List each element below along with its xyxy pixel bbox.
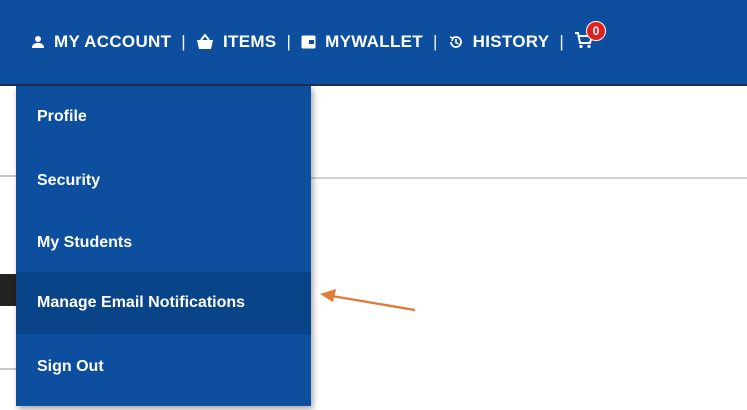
- cart-button[interactable]: 0: [574, 20, 607, 54]
- cart-count-badge: 0: [586, 20, 607, 41]
- background-divider: [0, 175, 16, 177]
- background-divider: [0, 368, 16, 370]
- wallet-icon: [301, 35, 316, 49]
- nav-mywallet[interactable]: MYWALLET: [301, 32, 423, 52]
- nav-separator: |: [286, 32, 292, 51]
- nav-my-account-label: MY ACCOUNT: [54, 32, 172, 51]
- nav-my-account[interactable]: MY ACCOUNT: [31, 32, 171, 52]
- menu-item-my-students[interactable]: My Students: [16, 212, 311, 274]
- menu-item-label: Sign Out: [37, 358, 104, 375]
- account-dropdown-menu: Profile Security My Students Manage Emai…: [16, 86, 311, 406]
- arrow-icon: [320, 289, 416, 312]
- nav-history-label: HISTORY: [472, 32, 550, 51]
- user-icon: [31, 35, 45, 49]
- basket-icon: [196, 34, 214, 50]
- menu-item-security[interactable]: Security: [16, 150, 311, 212]
- history-icon: [448, 34, 464, 50]
- menu-item-label: Profile: [37, 108, 87, 125]
- nav-separator: |: [432, 32, 438, 51]
- menu-item-label: My Students: [37, 234, 133, 251]
- menu-item-manage-email-notifications[interactable]: Manage Email Notifications: [16, 272, 311, 334]
- nav-menu: MY ACCOUNT | ITEMS | MYWALLET | HISTORY …: [31, 20, 607, 58]
- menu-item-profile[interactable]: Profile: [16, 86, 311, 148]
- nav-separator: |: [559, 32, 565, 51]
- top-navigation-bar: MY ACCOUNT | ITEMS | MYWALLET | HISTORY …: [0, 0, 747, 84]
- nav-items[interactable]: ITEMS: [196, 32, 276, 52]
- menu-item-label: Manage Email Notifications: [37, 294, 246, 311]
- background-divider: [311, 177, 747, 179]
- background-dark-element: [0, 274, 16, 306]
- menu-item-sign-out[interactable]: Sign Out: [16, 336, 311, 398]
- nav-separator: |: [181, 32, 186, 51]
- nav-mywallet-label: MYWALLET: [325, 32, 423, 51]
- nav-history[interactable]: HISTORY: [448, 32, 550, 52]
- nav-items-label: ITEMS: [223, 32, 277, 51]
- menu-item-label: Security: [37, 172, 101, 189]
